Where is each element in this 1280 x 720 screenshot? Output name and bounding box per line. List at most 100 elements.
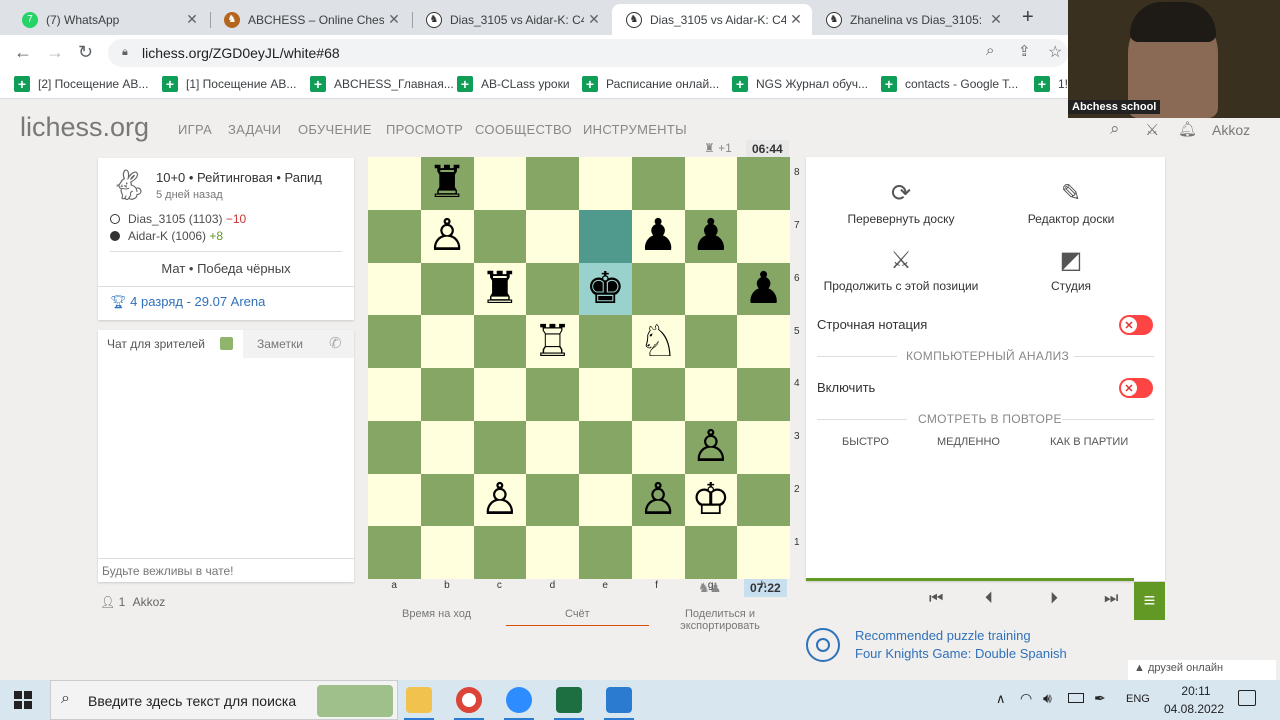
wifi-icon[interactable]: ◠ bbox=[1020, 690, 1032, 707]
zoom-app-icon[interactable] bbox=[506, 687, 532, 713]
bookmark-item[interactable]: + AB-CLass уроки bbox=[457, 76, 570, 92]
piece-black-g7[interactable]: ♟ bbox=[685, 210, 738, 263]
square-b6[interactable] bbox=[420, 262, 474, 316]
square-f4[interactable] bbox=[631, 368, 685, 421]
piece-white-f5[interactable]: ♘ bbox=[632, 315, 685, 368]
prev-move-icon[interactable]: ⏴ bbox=[985, 590, 993, 608]
piece-black-c6[interactable]: ♜ bbox=[474, 263, 527, 316]
nav-community[interactable]: СООБЩЕСТВО bbox=[475, 122, 572, 137]
hamburger-menu-button[interactable]: ≡ bbox=[1134, 582, 1165, 620]
square-h3[interactable] bbox=[737, 420, 790, 474]
square-f3[interactable] bbox=[631, 420, 685, 474]
square-e8[interactable] bbox=[579, 157, 632, 210]
bookmark-item[interactable]: +1! bbox=[1034, 76, 1068, 92]
first-move-icon[interactable]: ⏮ bbox=[929, 590, 943, 608]
last-move-icon[interactable]: ⏭ bbox=[1104, 590, 1118, 608]
bell-icon[interactable]: 🔔︎ bbox=[1178, 120, 1197, 138]
square-a7[interactable] bbox=[368, 209, 421, 263]
square-h1[interactable] bbox=[737, 526, 790, 579]
zoom-icon[interactable]: ⌕ bbox=[986, 42, 994, 59]
tab-share-export[interactable]: Поделиться и экспортировать bbox=[670, 608, 770, 632]
nav-puzzles[interactable]: ЗАДАЧИ bbox=[228, 122, 281, 137]
bookmark-item[interactable]: + [2] Посещение АВ... bbox=[14, 76, 148, 92]
square-a4[interactable] bbox=[368, 368, 421, 421]
square-d6[interactable] bbox=[526, 262, 579, 316]
square-d1[interactable] bbox=[526, 526, 579, 579]
square-c7[interactable] bbox=[473, 209, 527, 263]
black-player-name[interactable]: Aidar-K (1006) bbox=[128, 229, 206, 243]
close-icon[interactable]: ✕ bbox=[182, 11, 202, 28]
windows-start-icon[interactable] bbox=[14, 691, 32, 709]
excel-icon[interactable] bbox=[556, 687, 582, 713]
tournament-link[interactable]: 🏆︎ 4 разряд - 29.07 Arena bbox=[110, 294, 265, 310]
close-icon[interactable]: ✕ bbox=[786, 11, 806, 28]
tab-notes[interactable]: Заметки ✆ bbox=[243, 330, 354, 358]
square-e3[interactable] bbox=[579, 420, 632, 474]
friends-online-bar[interactable]: ▲ друзей онлайн bbox=[1128, 660, 1276, 680]
square-d2[interactable] bbox=[526, 473, 579, 527]
flip-board-button[interactable]: ⟳ Перевернуть доску bbox=[844, 179, 958, 226]
square-h5[interactable] bbox=[737, 315, 790, 368]
close-icon[interactable]: ✕ bbox=[584, 11, 604, 28]
square-b2[interactable] bbox=[420, 473, 474, 527]
square-d8[interactable] bbox=[526, 157, 579, 210]
square-c3[interactable] bbox=[473, 420, 527, 474]
close-icon[interactable]: ✕ bbox=[384, 11, 404, 28]
square-g5[interactable] bbox=[684, 315, 738, 368]
piece-black-b8[interactable]: ♜ bbox=[421, 157, 474, 210]
square-a2[interactable] bbox=[368, 473, 421, 527]
piece-white-g2[interactable]: ♔ bbox=[685, 474, 738, 527]
square-c8[interactable] bbox=[473, 157, 527, 210]
black-player-row[interactable]: Aidar-K (1006) +8 bbox=[128, 229, 223, 243]
board-editor-button[interactable]: ✎ Редактор доски bbox=[1016, 179, 1126, 226]
tab-lichess-game-1[interactable]: ♞ Dias_3105 vs Aidar-K: C4 ✕ bbox=[412, 4, 610, 35]
piece-black-h6[interactable]: ♟ bbox=[737, 263, 790, 316]
square-b1[interactable] bbox=[420, 526, 474, 579]
chrome-icon[interactable] bbox=[456, 687, 482, 713]
square-g6[interactable] bbox=[684, 262, 738, 316]
bookmark-item[interactable]: + Расписание онлай... bbox=[582, 76, 719, 92]
new-tab-button[interactable]: + bbox=[1022, 6, 1034, 29]
square-a8[interactable] bbox=[368, 157, 421, 210]
tournament-name[interactable]: 4 разряд - 29.07 Arena bbox=[130, 294, 265, 309]
nav-play[interactable]: ИГРА bbox=[178, 122, 212, 137]
reload-icon[interactable]: ↻ bbox=[78, 42, 93, 63]
chat-input[interactable]: Будьте вежливы в чате! bbox=[98, 558, 354, 582]
bookmark-item[interactable]: + contacts - Google T... bbox=[881, 76, 1018, 92]
bookmark-item[interactable]: + ABCHESS_Главная... bbox=[310, 76, 454, 92]
white-player-row[interactable]: Dias_3105 (1103) −10 bbox=[128, 212, 246, 226]
square-c1[interactable] bbox=[473, 526, 527, 579]
nav-learn[interactable]: ОБУЧЕНИЕ bbox=[298, 122, 372, 137]
square-b4[interactable] bbox=[420, 368, 474, 421]
chevron-up-icon[interactable]: ∧ bbox=[996, 691, 1006, 707]
back-arrow-icon[interactable]: ← bbox=[14, 42, 32, 63]
nav-tools[interactable]: ИНСТРУМЕНТЫ bbox=[583, 122, 687, 137]
piece-white-d5[interactable]: ♖ bbox=[526, 315, 579, 368]
pen-icon[interactable]: ✒ bbox=[1094, 690, 1106, 707]
square-d7[interactable] bbox=[526, 209, 579, 263]
star-icon[interactable]: ☆ bbox=[1048, 42, 1062, 62]
square-a6[interactable] bbox=[368, 262, 421, 316]
continue-from-position-button[interactable]: ⚔ Продолжить с этой позиции bbox=[818, 246, 984, 293]
search-icon[interactable]: ⌕ bbox=[1110, 119, 1120, 139]
site-logo[interactable]: lichess.org bbox=[20, 112, 149, 143]
spectator-name[interactable]: Akkoz bbox=[133, 595, 166, 609]
taskbar-search[interactable]: ⌕ Введите здесь текст для поиска bbox=[50, 680, 398, 720]
replay-slow-button[interactable]: МЕДЛЕННО bbox=[937, 436, 1000, 448]
replay-realtime-button[interactable]: КАК В ПАРТИИ bbox=[1050, 436, 1128, 448]
chat-toggle-checkbox[interactable] bbox=[220, 337, 233, 350]
bookmark-item[interactable]: + NGS Журнал обуч... bbox=[732, 76, 868, 92]
square-d4[interactable] bbox=[526, 368, 579, 421]
bookmark-item[interactable]: + [1] Посещение АВ... bbox=[162, 76, 296, 92]
square-c5[interactable] bbox=[473, 315, 527, 368]
square-e7[interactable] bbox=[579, 209, 632, 263]
forward-arrow-icon[interactable]: → bbox=[46, 42, 64, 63]
square-f1[interactable] bbox=[631, 526, 685, 579]
tab-crosstable[interactable]: Счёт bbox=[565, 608, 590, 620]
square-f8[interactable] bbox=[631, 157, 685, 210]
piece-black-f7[interactable]: ♟ bbox=[632, 210, 685, 263]
replay-fast-button[interactable]: БЫСТРО bbox=[842, 436, 889, 448]
square-a5[interactable] bbox=[368, 315, 421, 368]
square-h8[interactable] bbox=[737, 157, 790, 210]
square-f6[interactable] bbox=[631, 262, 685, 316]
